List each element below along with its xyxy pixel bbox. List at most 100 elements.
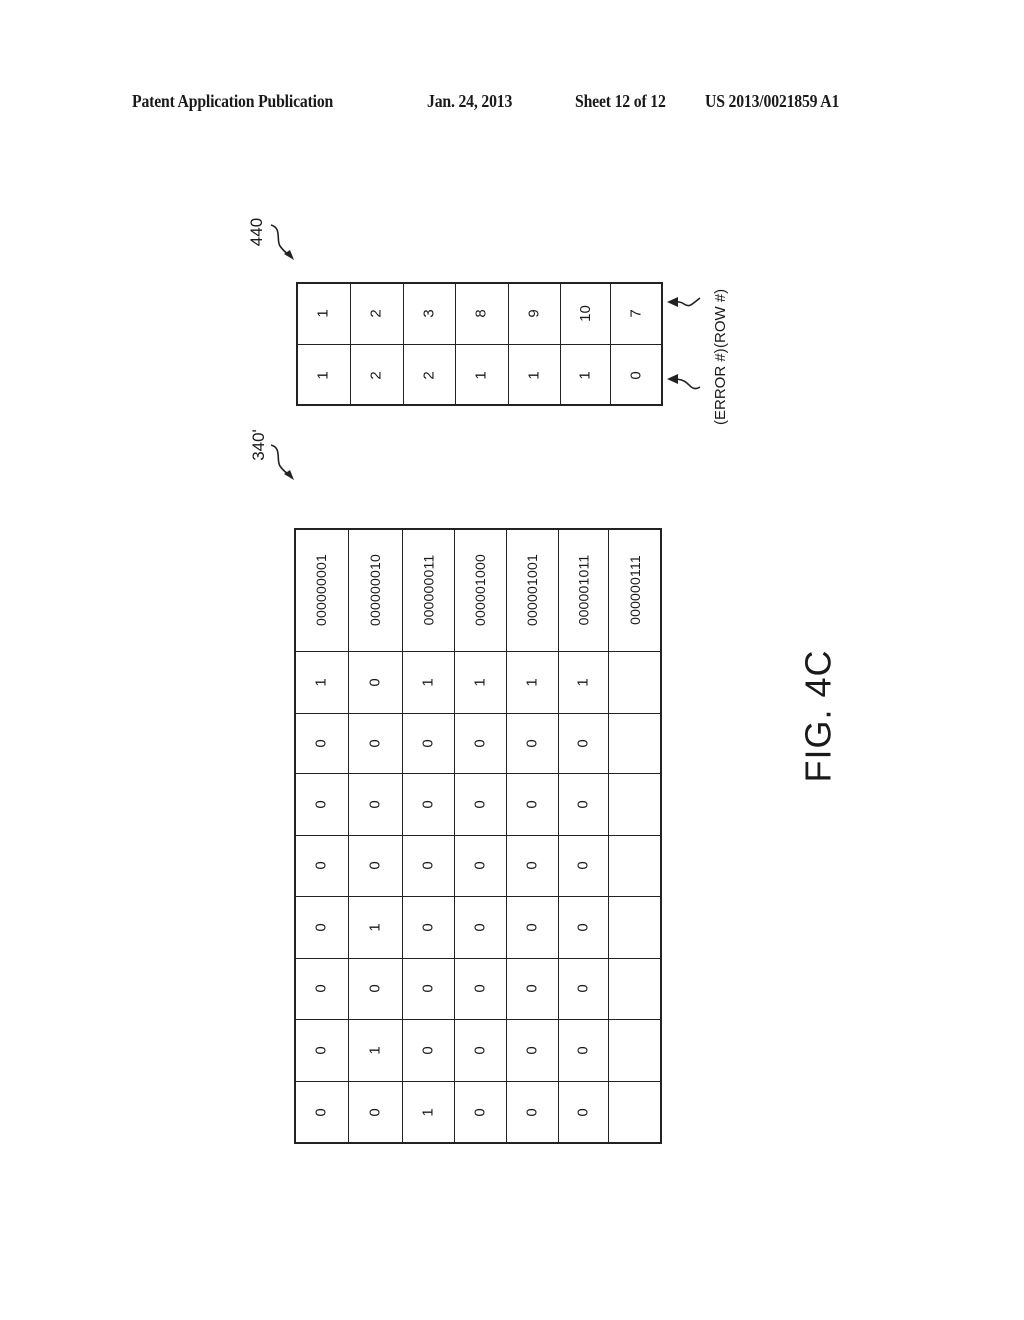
row-number-cell-text: 10	[576, 304, 594, 322]
error-count-cell: 1	[455, 344, 508, 406]
bit-cell-text: 0	[312, 799, 330, 809]
bit-cell	[608, 958, 662, 1019]
code-cell-text: 000000011	[420, 554, 436, 625]
bit-cell: 0	[506, 1019, 558, 1081]
error-count-cell-text: 1	[525, 370, 543, 380]
bit-cell-text: 0	[523, 1108, 541, 1117]
bit-cell-text: 0	[574, 738, 592, 748]
bit-cell: 0	[294, 835, 348, 896]
bit-cell: 0	[402, 1019, 454, 1081]
bit-cell	[608, 1019, 662, 1081]
bit-cell-text: 1	[419, 677, 437, 687]
bit-cell: 0	[402, 958, 454, 1019]
bit-cell-text: 0	[366, 738, 384, 748]
bit-cell-text: 1	[471, 677, 489, 687]
bit-cell: 0	[294, 773, 348, 835]
error-count-cell: 2	[350, 344, 403, 406]
bit-cell: 0	[558, 713, 608, 773]
bit-cell-text: 0	[574, 1045, 592, 1055]
error-count-cell: 0	[610, 344, 663, 406]
bit-cell: 0	[294, 896, 348, 958]
bit-cell-text: 0	[523, 984, 541, 993]
bit-cell: 0	[402, 713, 454, 773]
row-number-cell-text: 1	[314, 308, 332, 318]
bit-cell: 0	[506, 713, 558, 773]
bit-pattern-table-340: 000000001 1 0 0 0 0 0 0 0 000000010 0 0 0 0 1 0 1 0 000000…	[294, 528, 662, 1144]
bit-cell: 1	[506, 651, 558, 713]
arrow-340-icon	[270, 444, 294, 480]
bit-cell: 0	[506, 835, 558, 896]
error-count-cell: 2	[403, 344, 455, 406]
bit-cell: 0	[506, 896, 558, 958]
code-cell-text: 000000111	[627, 554, 643, 625]
bit-cell: 0	[454, 713, 506, 773]
bit-cell: 0	[558, 958, 608, 1019]
bit-cell: 1	[402, 651, 454, 713]
bit-cell: 0	[348, 713, 402, 773]
bit-cell: 0	[454, 1081, 506, 1144]
bit-cell-text: 0	[419, 1045, 437, 1055]
bit-cell-text: 0	[312, 861, 330, 870]
bit-cell-text: 0	[312, 984, 330, 993]
arrow-error-label-icon	[667, 374, 701, 390]
bit-cell: 0	[402, 896, 454, 958]
bit-cell-text: 1	[574, 677, 592, 687]
row-number-cell-text: 8	[473, 308, 490, 318]
bit-cell-text: 1	[366, 1045, 384, 1055]
arrow-440-icon	[270, 224, 294, 260]
figure-label: FIG. 4C	[797, 649, 839, 783]
row-number-cell: 2	[350, 282, 403, 344]
bit-cell-text: 0	[471, 861, 489, 870]
row-number-cell: 7	[610, 282, 663, 344]
bit-cell-text: 0	[574, 1108, 592, 1117]
error-count-cell-text: 1	[473, 370, 490, 380]
bit-cell-text: 0	[574, 922, 592, 932]
bit-cell: 0	[348, 958, 402, 1019]
row-number-cell: 10	[560, 282, 610, 344]
bit-cell-text: 0	[419, 922, 437, 932]
bit-cell: 1	[454, 651, 506, 713]
error-count-cell: 1	[560, 344, 610, 406]
bit-cell-text: 0	[312, 1108, 330, 1117]
code-cell: 000000001	[294, 528, 348, 651]
error-count-cell-text: 1	[314, 370, 332, 380]
bit-cell: 0	[454, 1019, 506, 1081]
error-count-cell: 1	[508, 344, 560, 406]
row-number-cell: 8	[455, 282, 508, 344]
bit-cell-text: 0	[366, 799, 384, 809]
bit-cell-text: 0	[366, 861, 384, 870]
error-number-label: (ERROR #)	[712, 348, 729, 425]
code-cell-text: 000001001	[524, 553, 541, 626]
bit-cell: 0	[294, 713, 348, 773]
bit-cell-text: 0	[366, 677, 384, 687]
code-cell: 000001001	[506, 528, 558, 651]
bit-cell-text: 1	[312, 677, 330, 687]
bit-cell	[608, 651, 662, 713]
bit-cell-text: 1	[523, 677, 541, 687]
bit-cell-text: 0	[574, 799, 592, 809]
bit-cell: 0	[506, 773, 558, 835]
bit-cell: 0	[402, 835, 454, 896]
bit-cell: 0	[348, 651, 402, 713]
bit-cell	[608, 713, 662, 773]
bit-cell-text: 0	[471, 799, 489, 809]
bit-cell: 0	[558, 773, 608, 835]
bit-cell-text: 0	[312, 738, 330, 748]
bit-cell: 0	[294, 1019, 348, 1081]
error-count-cell-text: 1	[576, 370, 594, 380]
bit-cell-text: 0	[471, 1045, 489, 1055]
error-count-cell-text: 0	[628, 370, 645, 380]
bit-cell: 0	[558, 1019, 608, 1081]
row-number-cell-text: 9	[525, 308, 543, 318]
code-cell: 000000011	[402, 528, 454, 651]
bit-cell-text: 0	[419, 984, 437, 993]
bit-cell: 0	[454, 958, 506, 1019]
row-number-cell-text: 7	[628, 308, 645, 318]
bit-cell-text: 0	[523, 922, 541, 932]
code-cell: 000000010	[348, 528, 402, 651]
bit-cell: 1	[294, 651, 348, 713]
bit-cell-text: 0	[574, 861, 592, 870]
bit-cell: 0	[506, 1081, 558, 1144]
bit-cell-text: 0	[419, 861, 437, 870]
bit-cell: 0	[348, 773, 402, 835]
